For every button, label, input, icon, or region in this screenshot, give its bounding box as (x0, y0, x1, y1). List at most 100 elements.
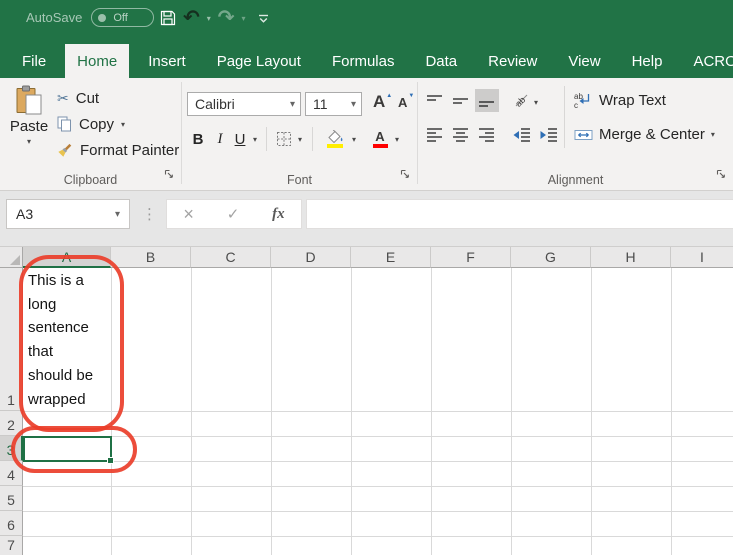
row-header-4[interactable]: 4 (0, 461, 23, 486)
underline-dropdown-caret[interactable]: ▾ (249, 127, 261, 151)
align-left-icon (427, 128, 442, 142)
enter-icon[interactable]: ✓ (227, 207, 240, 222)
column-header-e[interactable]: E (351, 247, 431, 268)
align-right-button[interactable] (479, 128, 495, 147)
column-header-b[interactable]: B (111, 247, 191, 268)
tab-review[interactable]: Review (476, 44, 549, 78)
customize-quick-access-icon (258, 14, 268, 23)
fill-handle[interactable] (107, 457, 114, 464)
font-size-caret[interactable]: ▾ (351, 99, 356, 110)
clipboard-dialog-launcher[interactable] (164, 166, 174, 184)
fill-color-dropdown-caret[interactable]: ▾ (348, 127, 360, 151)
redo-dropdown-caret[interactable]: ▾ (242, 14, 246, 23)
font-color-button[interactable]: A (370, 127, 390, 151)
merge-center-button[interactable]: Merge & Center ▾ (574, 126, 715, 143)
copy-button[interactable]: Copy ▾ (57, 111, 179, 137)
tab-page-layout[interactable]: Page Layout (205, 44, 313, 78)
bold-button[interactable]: B (188, 127, 208, 151)
row-header-1[interactable]: 1 (0, 268, 23, 411)
cell-a1-wrapped-text[interactable]: This is a long sentence that should be w… (28, 269, 110, 411)
paste-dropdown-caret[interactable]: ▾ (27, 137, 31, 146)
underline-button[interactable]: U (231, 127, 249, 151)
formula-bar-drag-handle[interactable]: ⋮ (142, 199, 157, 229)
tab-acrobat[interactable]: ACROBAT (681, 44, 733, 78)
column-header-a[interactable]: A (23, 247, 111, 268)
font-size-combo[interactable]: 11 ▾ (305, 92, 362, 116)
fill-color-button[interactable] (324, 127, 346, 151)
font-dialog-launcher[interactable] (400, 166, 410, 184)
formula-input[interactable] (306, 199, 733, 229)
row-header-2[interactable]: 2 (0, 411, 23, 436)
column-header-i[interactable]: I (671, 247, 733, 268)
row-header-5[interactable]: 5 (0, 486, 23, 511)
orientation-icon: ab (513, 95, 527, 109)
format-painter-button[interactable]: Format Painter (57, 137, 179, 163)
borders-dropdown-caret[interactable]: ▾ (294, 127, 306, 151)
font-name-caret[interactable]: ▾ (290, 99, 295, 110)
autosave-toggle-knob (98, 13, 107, 22)
column-header-h[interactable]: H (591, 247, 671, 268)
undo-button[interactable]: ↶ (183, 8, 200, 28)
borders-button[interactable] (274, 127, 294, 151)
row-header-6[interactable]: 6 (0, 511, 23, 536)
sheet-grid: A B C D E F G H I 1 2 3 4 5 6 7 This is … (0, 247, 733, 555)
autosave-toggle[interactable]: Off (91, 8, 155, 27)
select-all-button[interactable] (0, 247, 23, 268)
tab-insert[interactable]: Insert (136, 44, 198, 78)
copy-icon (57, 116, 71, 132)
quick-access-toolbar: ↶ ▾ ↷ ▾ (160, 5, 270, 31)
align-center-button[interactable] (453, 128, 469, 147)
column-header-g[interactable]: G (511, 247, 591, 268)
merge-center-dropdown-caret[interactable]: ▾ (711, 130, 715, 139)
undo-dropdown-caret[interactable]: ▾ (207, 14, 211, 23)
gridline (23, 461, 733, 462)
insert-function-icon[interactable]: fx (272, 206, 285, 223)
increase-font-size-button[interactable]: A ▲ (373, 93, 392, 110)
font-color-swatch (372, 144, 388, 148)
tab-formulas[interactable]: Formulas (320, 44, 407, 78)
font-color-dropdown-caret[interactable]: ▾ (391, 127, 403, 151)
cut-button[interactable]: ✂ Cut (57, 85, 179, 111)
tab-file[interactable]: File (10, 44, 58, 78)
column-header-c[interactable]: C (191, 247, 271, 268)
increase-indent-button[interactable] (540, 128, 557, 147)
selected-cell-a3[interactable] (23, 436, 114, 464)
dialog-launcher-icon (716, 169, 725, 178)
align-left-button[interactable] (427, 128, 443, 147)
italic-button[interactable]: I (211, 127, 229, 151)
paste-button[interactable]: Paste ▾ (6, 85, 52, 146)
save-button[interactable] (160, 10, 176, 26)
row-header-7[interactable]: 7 (0, 536, 23, 555)
decrease-font-arrow-icon: ▼ (408, 93, 415, 99)
wrap-text-button[interactable]: ab c Wrap Text (574, 92, 666, 109)
decrease-indent-button[interactable] (513, 128, 530, 147)
top-align-button[interactable] (427, 94, 443, 113)
alignment-separator (564, 86, 565, 148)
increase-indent-icon (540, 128, 557, 142)
alignment-dialog-launcher[interactable] (716, 166, 726, 184)
column-header-d[interactable]: D (271, 247, 351, 268)
bottom-align-button[interactable] (475, 89, 499, 112)
formula-bar-row: A3 ▾ ⋮ × ✓ fx (0, 191, 733, 247)
ribbon-tab-bar: File Home Insert Page Layout Formulas Da… (0, 36, 733, 78)
column-header-f[interactable]: F (431, 247, 511, 268)
decrease-font-size-button[interactable]: A ▼ (398, 93, 414, 109)
tab-data[interactable]: Data (413, 44, 469, 78)
font-name-combo[interactable]: Calibri ▾ (187, 92, 301, 116)
decrease-font-letter: A (398, 95, 408, 110)
tab-home[interactable]: Home (65, 44, 130, 78)
customize-quick-access-button[interactable] (257, 12, 270, 25)
format-painter-icon (58, 143, 72, 157)
tab-help[interactable]: Help (620, 44, 675, 78)
cancel-icon[interactable]: × (183, 205, 194, 223)
cells-area[interactable]: This is a long sentence that should be w… (23, 268, 733, 555)
redo-button[interactable]: ↷ (218, 8, 235, 28)
name-box-dropdown-caret[interactable]: ▾ (115, 209, 120, 220)
name-box[interactable]: A3 ▾ (6, 199, 130, 229)
row-header-3[interactable]: 3 (0, 436, 23, 461)
copy-dropdown-caret[interactable]: ▾ (121, 120, 125, 129)
orientation-button[interactable]: ab (513, 91, 531, 114)
tab-view[interactable]: View (556, 44, 612, 78)
middle-align-button[interactable] (453, 94, 469, 113)
orientation-dropdown-caret[interactable]: ▾ (534, 98, 538, 107)
